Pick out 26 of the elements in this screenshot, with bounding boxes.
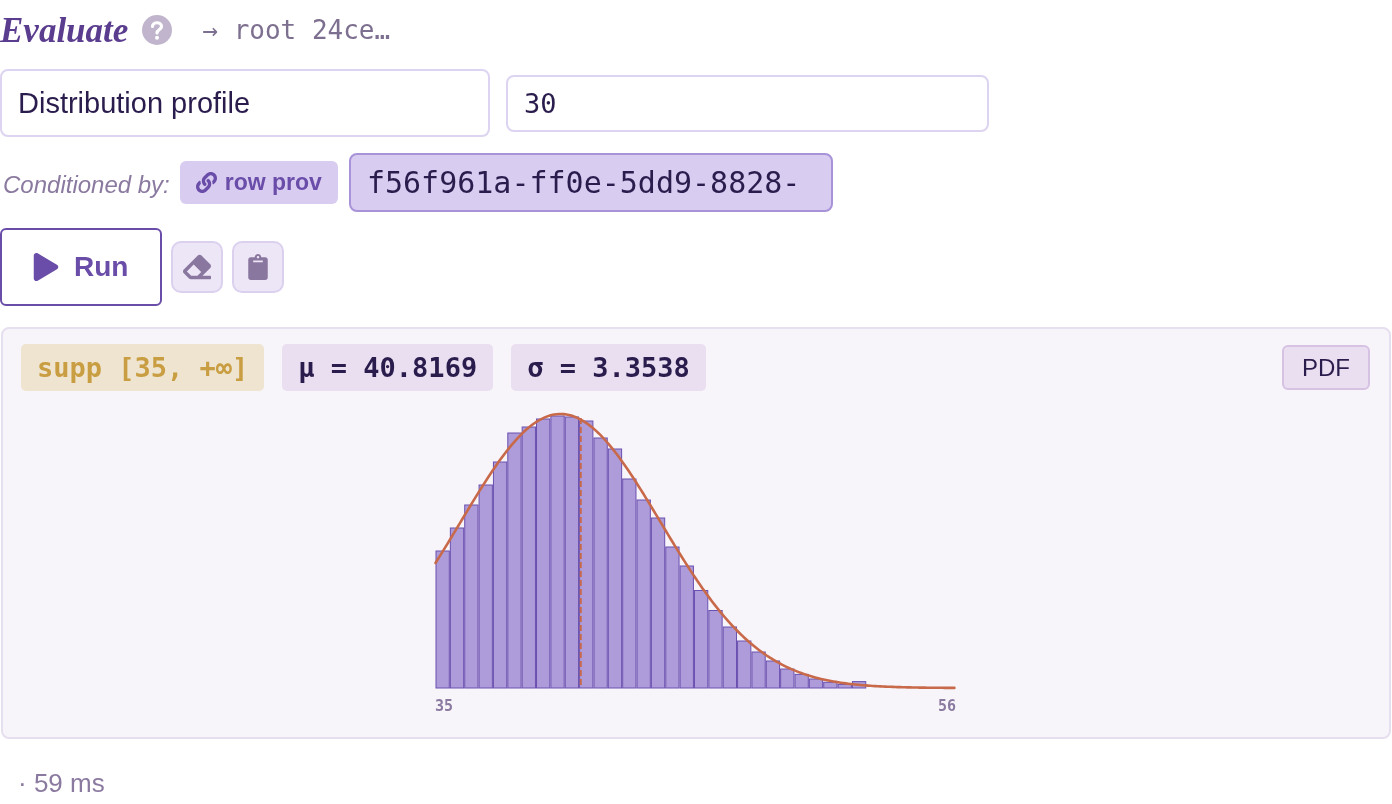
histogram-bar xyxy=(737,640,752,689)
row-prov-chip[interactable]: row prov xyxy=(179,161,338,204)
histogram-bar xyxy=(751,651,766,689)
conditioned-label: Conditioned by: xyxy=(3,170,170,199)
stat-chip: σ = 3.3538 xyxy=(511,344,706,391)
eraser-icon xyxy=(183,253,211,281)
page-title: Evaluate xyxy=(0,12,129,48)
axis-tick-label: 35 xyxy=(435,697,454,715)
clipboard-icon xyxy=(245,254,271,280)
pdf-button[interactable]: PDF xyxy=(1282,345,1370,390)
clipboard-button[interactable] xyxy=(232,241,284,293)
count-input[interactable]: 30 xyxy=(506,74,989,132)
timing-text: · 59 ms xyxy=(18,768,106,798)
support-chip: supp [35, +∞] xyxy=(21,344,265,391)
axis-tick-label: 56 xyxy=(937,697,956,715)
link-icon xyxy=(195,172,217,193)
histogram-bar xyxy=(780,668,795,689)
play-icon xyxy=(32,253,60,281)
run-button[interactable]: Run xyxy=(0,228,162,306)
node-path: → root 24ce… xyxy=(202,15,391,45)
clear-button[interactable] xyxy=(171,241,223,293)
label-input[interactable]: Distribution profile xyxy=(0,69,490,137)
row-id-field[interactable]: f56f961a-ff0e-5dd9-8828- xyxy=(348,153,833,212)
histogram-bar xyxy=(765,660,781,689)
stat-chip: μ = 40.8169 xyxy=(282,344,494,391)
histogram-bar xyxy=(722,626,737,689)
